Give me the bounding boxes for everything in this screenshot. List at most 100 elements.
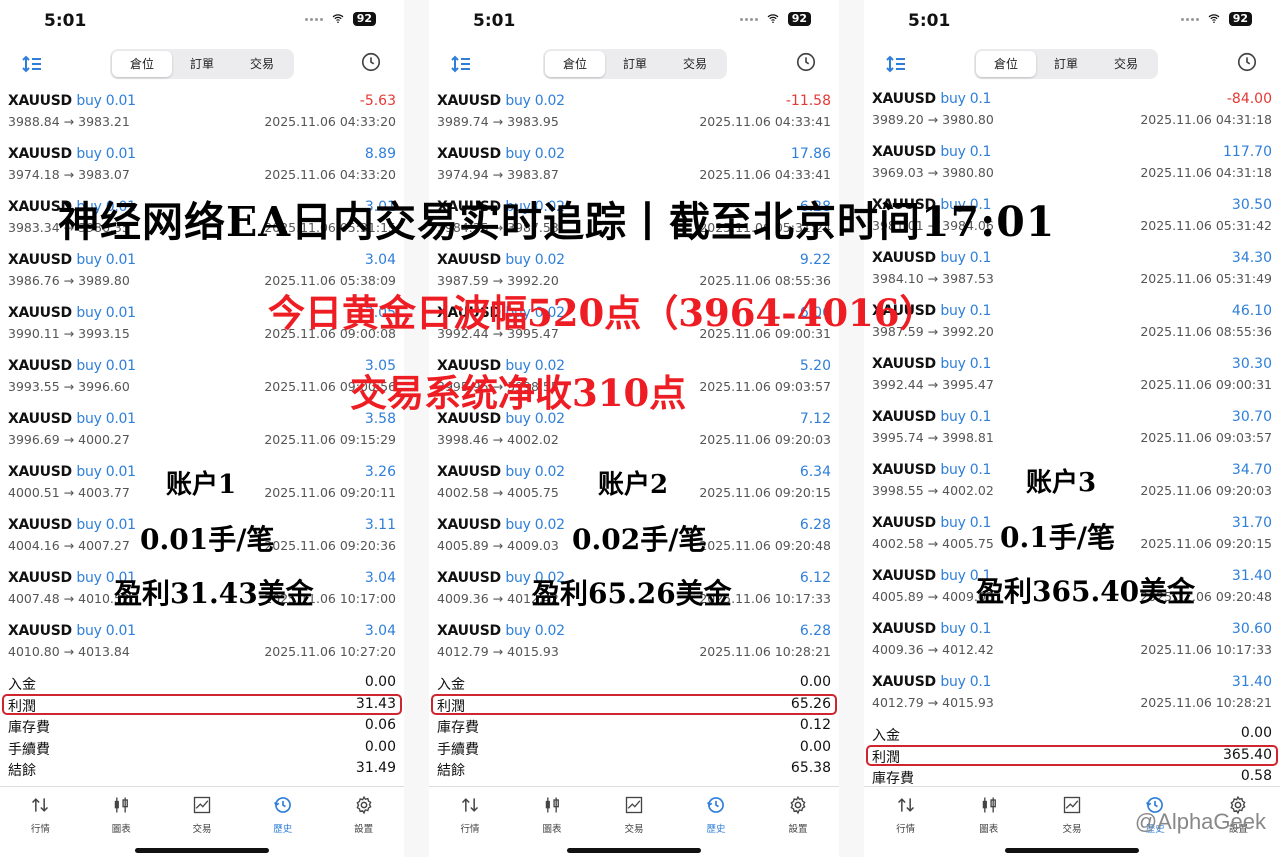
deal-symbol: XAUUSD buy 0.1 — [872, 515, 991, 531]
deal-row[interactable]: XAUUSD buy 0.01 3.58 3996.69 → 4000.27 2025… — [0, 405, 404, 458]
deal-symbol: XAUUSD buy 0.01 — [8, 146, 136, 162]
clock-icon — [361, 52, 381, 72]
deal-volume: 0.02 — [534, 252, 565, 268]
deal-side: buy — [76, 623, 102, 639]
symbol-name: XAUUSD — [872, 674, 936, 690]
tab-0[interactable]: 行情 — [429, 787, 511, 857]
deal-time: 2025.11.06 09:03:57 — [699, 379, 831, 394]
account-2-lot-note: 0.02手/笔 — [572, 523, 707, 556]
summary-value: 31.49 — [355, 760, 396, 776]
deal-prices: 3996.69 → 4000.27 — [8, 432, 130, 447]
deal-row[interactable]: XAUUSD buy 0.02 6.28 4012.79 → 4015.93 2025… — [429, 617, 839, 670]
deal-row[interactable]: XAUUSD buy 0.01 3.04 4010.80 → 4013.84 2025… — [0, 617, 404, 670]
summary-label: 手續費 — [8, 741, 50, 758]
wifi-icon — [767, 14, 779, 24]
deal-prices: 3989.74 → 3983.95 — [437, 114, 559, 129]
deal-side: buy — [940, 515, 966, 531]
symbol-name: XAUUSD — [8, 146, 72, 162]
deal-row[interactable]: XAUUSD buy 0.02 17.86 3974.94 → 3983.87 202… — [429, 140, 839, 193]
deal-profit: -84.00 — [1226, 91, 1272, 107]
tab-label: 交易 — [192, 824, 212, 835]
deal-row[interactable]: XAUUSD buy 0.1 30.60 4009.36 → 4012.42 2025… — [864, 615, 1280, 668]
tab-2[interactable]: 交易 — [593, 787, 675, 857]
segment-tab[interactable]: 倉位 — [545, 51, 605, 77]
status-time: 5:01 — [908, 11, 951, 31]
tab-2[interactable]: 交易 — [1030, 787, 1113, 857]
segment-tab[interactable]: 倉位 — [976, 51, 1036, 77]
summary-row: 庫存費 0.58 — [864, 766, 1280, 788]
summary-label: 利潤 — [437, 698, 465, 715]
period-button[interactable] — [360, 51, 382, 73]
tab-4[interactable]: 設置 — [323, 787, 404, 857]
deal-row[interactable]: XAUUSD buy 0.02 -11.58 3989.74 → 3983.95 20… — [429, 87, 839, 140]
tab-1[interactable]: 圖表 — [511, 787, 593, 857]
deal-profit: 31.70 — [1231, 515, 1272, 531]
deal-time: 2025.11.06 10:27:20 — [264, 644, 396, 659]
deal-side: buy — [505, 464, 531, 480]
tab-label: 行情 — [460, 824, 480, 835]
symbol-name: XAUUSD — [437, 93, 501, 109]
symbol-name: XAUUSD — [437, 623, 501, 639]
deal-time: 2025.11.06 09:20:36 — [264, 538, 396, 553]
wifi-icon — [332, 14, 344, 24]
segmented-control: 倉位 訂單 交易 — [974, 49, 1158, 79]
tab-label: 行情 — [896, 824, 916, 835]
screenshot-collage: 5:01 92 倉位 訂單 交易 XAUUSD buy 0.01 -5.63 3988.84 … — [0, 0, 1280, 857]
deal-profit: 5.20 — [799, 358, 831, 374]
status-icons: 92 — [739, 12, 811, 26]
deal-side: buy — [76, 464, 102, 480]
deal-prices: 4007.48 → 4010.52 — [8, 591, 130, 606]
deal-row[interactable]: XAUUSD buy 0.01 -5.63 3988.84 → 3983.21 202… — [0, 87, 404, 140]
deal-symbol: XAUUSD buy 0.01 — [8, 464, 136, 480]
deal-row[interactable]: XAUUSD buy 0.01 3.05 3993.55 → 3996.60 2025… — [0, 352, 404, 405]
status-bar: 5:01 92 — [0, 0, 404, 42]
deal-row[interactable]: XAUUSD buy 0.1 117.70 3969.03 → 3980.80 202… — [864, 138, 1280, 191]
sort-icon — [451, 55, 470, 73]
deal-symbol: XAUUSD buy 0.02 — [437, 252, 565, 268]
summary-value: 0.12 — [799, 717, 831, 733]
deal-row[interactable]: XAUUSD buy 0.01 8.89 3974.18 → 3983.07 2025… — [0, 140, 404, 193]
segment-tab[interactable]: 訂單 — [1036, 51, 1096, 77]
summary-value: 31.43 — [355, 695, 396, 712]
sort-button[interactable] — [20, 52, 44, 74]
tab-2[interactable]: 交易 — [162, 787, 243, 857]
segment-tab[interactable]: 交易 — [1096, 51, 1156, 77]
signal-dot — [749, 17, 753, 21]
deal-time: 2025.11.06 05:31:49 — [1140, 271, 1272, 286]
deal-profit: 6.28 — [799, 517, 831, 533]
tab-0[interactable]: 行情 — [0, 787, 81, 857]
tab-3[interactable]: 歷史 — [242, 787, 323, 857]
period-button[interactable] — [1236, 51, 1258, 73]
tab-1[interactable]: 圖表 — [81, 787, 162, 857]
segment-tab[interactable]: 交易 — [665, 51, 725, 77]
summary-label: 利潤 — [8, 698, 36, 715]
segment-tab[interactable]: 訂單 — [172, 51, 232, 77]
account-2-profit-note: 盈利65.26美金 — [532, 577, 732, 610]
symbol-name: XAUUSD — [8, 252, 72, 268]
segment-tab[interactable]: 訂單 — [605, 51, 665, 77]
segment-tab[interactable]: 倉位 — [112, 51, 172, 77]
deal-row[interactable]: XAUUSD buy 0.1 -84.00 3989.20 → 3980.80 202… — [864, 85, 1280, 138]
deal-row[interactable]: XAUUSD buy 0.1 30.70 3995.74 → 3998.81 2025… — [864, 403, 1280, 456]
sort-button[interactable] — [884, 52, 908, 74]
deal-volume: 0.01 — [105, 252, 136, 268]
symbol-name: XAUUSD — [8, 305, 72, 321]
tab-0[interactable]: 行情 — [864, 787, 947, 857]
toolbar: 倉位 訂單 交易 — [0, 46, 404, 80]
signal-dot — [309, 17, 313, 21]
period-button[interactable] — [795, 51, 817, 73]
summary-label: 結餘 — [8, 763, 36, 779]
deal-row[interactable]: XAUUSD buy 0.1 31.40 4012.79 → 4015.93 2025… — [864, 668, 1280, 721]
deal-profit: 17.86 — [790, 146, 831, 162]
summary-value: 0.00 — [364, 738, 396, 755]
segment-tab[interactable]: 交易 — [232, 51, 292, 77]
tab-4[interactable]: 設置 — [757, 787, 839, 857]
deal-side: buy — [940, 409, 966, 425]
tab-3[interactable]: 歷史 — [675, 787, 757, 857]
overlay-volatility-note: 今日黄金日波幅520点（3964-4016） — [268, 291, 937, 335]
deal-time: 2025.11.06 09:00:31 — [1140, 377, 1272, 392]
segmented-control: 倉位 訂單 交易 — [110, 49, 294, 79]
sort-button[interactable] — [449, 52, 473, 74]
tab-1[interactable]: 圖表 — [947, 787, 1030, 857]
deal-row[interactable]: XAUUSD buy 0.1 30.30 3992.44 → 3995.47 2025… — [864, 350, 1280, 403]
